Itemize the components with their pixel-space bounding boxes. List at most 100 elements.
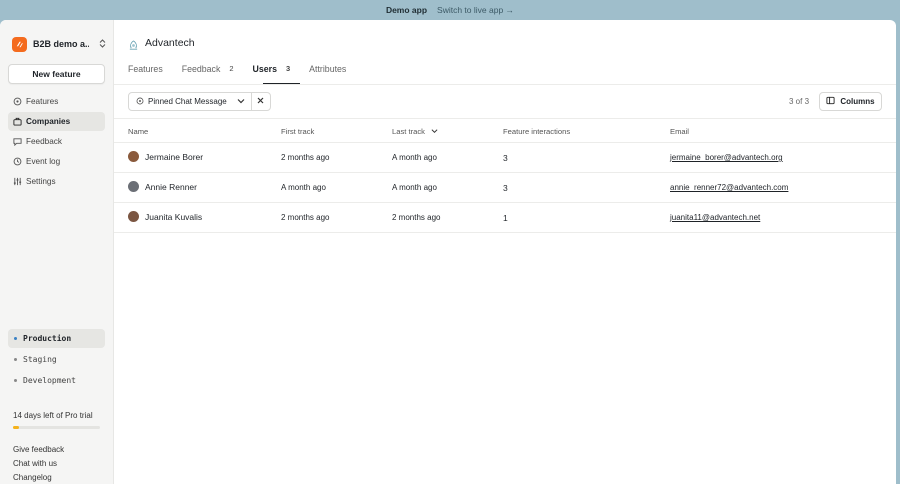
sidebar-item-settings[interactable]: Settings [8, 172, 105, 191]
env-status-dot [14, 379, 17, 382]
sidebar-item-features[interactable]: Features [8, 92, 105, 111]
org-name: B2B demo a... [33, 39, 89, 49]
sidebar-item-label: Event log [26, 157, 61, 166]
feature-filter-select[interactable]: Pinned Chat Message [129, 93, 252, 110]
env-status-dot [14, 337, 17, 340]
tab-label: Users [252, 64, 277, 74]
tab-label: Attributes [309, 64, 347, 74]
tab-count-badge: 2 [229, 64, 234, 73]
sidebar-footer: Give feedback Chat with us Changelog [13, 442, 64, 484]
sidebar-item-companies[interactable]: Companies [8, 112, 105, 131]
avatar [128, 181, 139, 192]
user-name-cell: Juanita Kuvalis [128, 211, 202, 222]
changelog-link[interactable]: Changelog [13, 470, 64, 484]
column-header-first-track[interactable]: First track [281, 127, 314, 136]
company-logo-icon [128, 38, 139, 50]
demo-banner: Demo app Switch to live app → [0, 0, 900, 20]
org-switcher[interactable]: B2B demo a... [12, 36, 106, 52]
event-log-icon [12, 157, 22, 167]
columns-button[interactable]: Columns [819, 92, 882, 111]
main-content: Advantech Features Feedback 2 Users 3 At… [114, 20, 896, 484]
env-label: Staging [23, 355, 57, 364]
app-window: B2B demo a... New feature Features Compa… [0, 20, 896, 484]
avatar [128, 151, 139, 162]
give-feedback-link[interactable]: Give feedback [13, 442, 64, 456]
column-header-email[interactable]: Email [670, 127, 689, 136]
clear-filter-button[interactable] [252, 93, 270, 110]
pagination-count: 3 of 3 [789, 97, 810, 106]
trial-progress-bar [13, 426, 100, 429]
tab-attributes[interactable]: Attributes [309, 64, 346, 85]
columns-icon [826, 96, 835, 107]
sidebar-item-event-log[interactable]: Event log [8, 152, 105, 171]
email-cell[interactable]: juanita11@advantech.net [670, 213, 760, 222]
tab-divider [114, 84, 896, 85]
avatar [128, 211, 139, 222]
first-track-cell: A month ago [281, 183, 326, 192]
interactions-cell: 3 [503, 183, 508, 193]
env-staging[interactable]: Staging [8, 350, 105, 369]
last-track-cell: 2 months ago [392, 213, 441, 222]
last-track-cell: A month ago [392, 183, 437, 192]
column-header-label: Last track [392, 127, 425, 136]
columns-label: Columns [840, 97, 875, 106]
env-production[interactable]: Production [8, 329, 105, 348]
switch-to-live-link[interactable]: Switch to live app → [437, 5, 514, 15]
chevron-down-icon [237, 97, 245, 106]
email-cell[interactable]: jermaine_borer@advantech.org [670, 153, 783, 162]
trial-progress-fill [13, 426, 20, 429]
tab-users[interactable]: Users 3 [252, 64, 300, 85]
first-track-cell: 2 months ago [281, 153, 330, 162]
email-cell[interactable]: annie_renner72@advantech.com [670, 183, 788, 192]
table-row[interactable]: Annie Renner A month ago A month ago 3 a… [114, 173, 896, 203]
tab-count-badge: 3 [286, 64, 291, 73]
sidebar-nav: Features Companies Feedback Event log Se… [8, 92, 105, 192]
column-header-last-track[interactable]: Last track [392, 127, 438, 136]
user-name: Jermaine Borer [145, 151, 204, 162]
sidebar-item-label: Feedback [26, 137, 62, 146]
sidebar: B2B demo a... New feature Features Compa… [0, 20, 114, 484]
trial-status: 14 days left of Pro trial [13, 411, 93, 420]
user-name-cell: Jermaine Borer [128, 151, 203, 162]
close-icon [257, 97, 264, 106]
chat-with-us-link[interactable]: Chat with us [13, 456, 64, 470]
env-status-dot [14, 358, 17, 361]
company-header: Advantech [128, 37, 195, 50]
table-header: Name First track Last track Feature inte… [114, 118, 896, 143]
table-row[interactable]: Jermaine Borer 2 months ago A month ago … [114, 143, 896, 173]
env-label: Production [23, 334, 72, 343]
interactions-cell: 3 [503, 153, 508, 163]
tab-label: Features [128, 64, 163, 74]
tab-features[interactable]: Features [128, 64, 163, 85]
environment-list: Production Staging Development [8, 329, 105, 392]
feature-filter: Pinned Chat Message [128, 92, 271, 111]
new-feature-button[interactable]: New feature [8, 64, 105, 84]
demo-mode-label: Demo app [385, 5, 428, 15]
env-label: Development [23, 376, 76, 385]
settings-icon [12, 177, 22, 187]
column-header-name[interactable]: Name [128, 127, 148, 136]
feedback-icon [12, 137, 22, 147]
feature-icon [136, 97, 144, 107]
sidebar-item-label: Settings [26, 177, 56, 186]
companies-icon [12, 117, 22, 127]
org-logo-icon [12, 36, 27, 52]
column-header-feature-interactions[interactable]: Feature interactions [503, 127, 570, 136]
last-track-cell: A month ago [392, 153, 437, 162]
features-icon [12, 97, 22, 107]
tab-bar: Features Feedback 2 Users 3 Attributes [128, 64, 365, 85]
sort-desc-icon [431, 127, 438, 136]
user-name: Juanita Kuvalis [145, 211, 203, 222]
user-name: Annie Renner [145, 181, 197, 192]
first-track-cell: 2 months ago [281, 213, 330, 222]
sidebar-item-label: Features [26, 97, 59, 106]
sidebar-item-feedback[interactable]: Feedback [8, 132, 105, 151]
tab-feedback[interactable]: Feedback 2 [182, 64, 234, 85]
user-name-cell: Annie Renner [128, 181, 197, 192]
users-table: Name First track Last track Feature inte… [114, 118, 896, 233]
filter-label: Pinned Chat Message [148, 97, 227, 106]
interactions-cell: 1 [503, 213, 508, 223]
table-row[interactable]: Juanita Kuvalis 2 months ago 2 months ag… [114, 203, 896, 233]
env-development[interactable]: Development [8, 371, 105, 390]
page-title: Advantech [145, 37, 195, 49]
